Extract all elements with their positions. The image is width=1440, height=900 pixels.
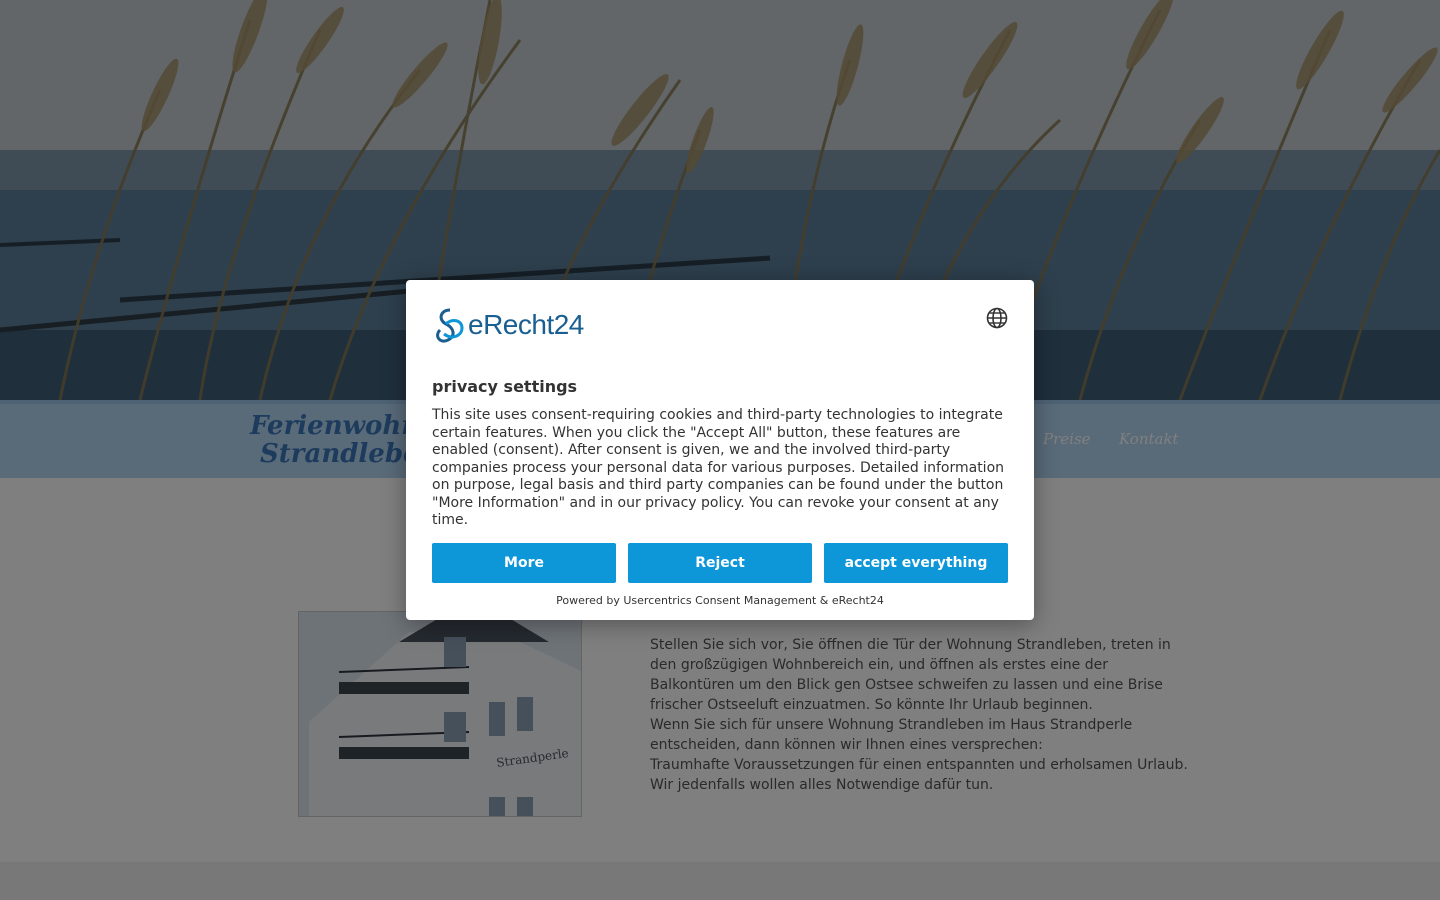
erecht24-logo: eRecht24: [432, 306, 584, 344]
accept-all-button[interactable]: accept everything: [824, 543, 1008, 583]
erecht24-logo-icon: [436, 308, 464, 343]
powered-by-text: Powered by Usercentrics Consent Manageme…: [556, 594, 884, 607]
dialog-title: privacy settings: [432, 377, 578, 396]
reject-button[interactable]: Reject: [628, 543, 812, 583]
erecht24-logo-text: eRecht24: [468, 309, 584, 340]
globe-icon[interactable]: [986, 307, 1008, 329]
more-button[interactable]: More: [432, 543, 616, 583]
privacy-settings-dialog: eRecht24 privacy settings This site uses…: [406, 280, 1034, 620]
dialog-description: This site uses consent-requiring cookies…: [432, 407, 1005, 528]
